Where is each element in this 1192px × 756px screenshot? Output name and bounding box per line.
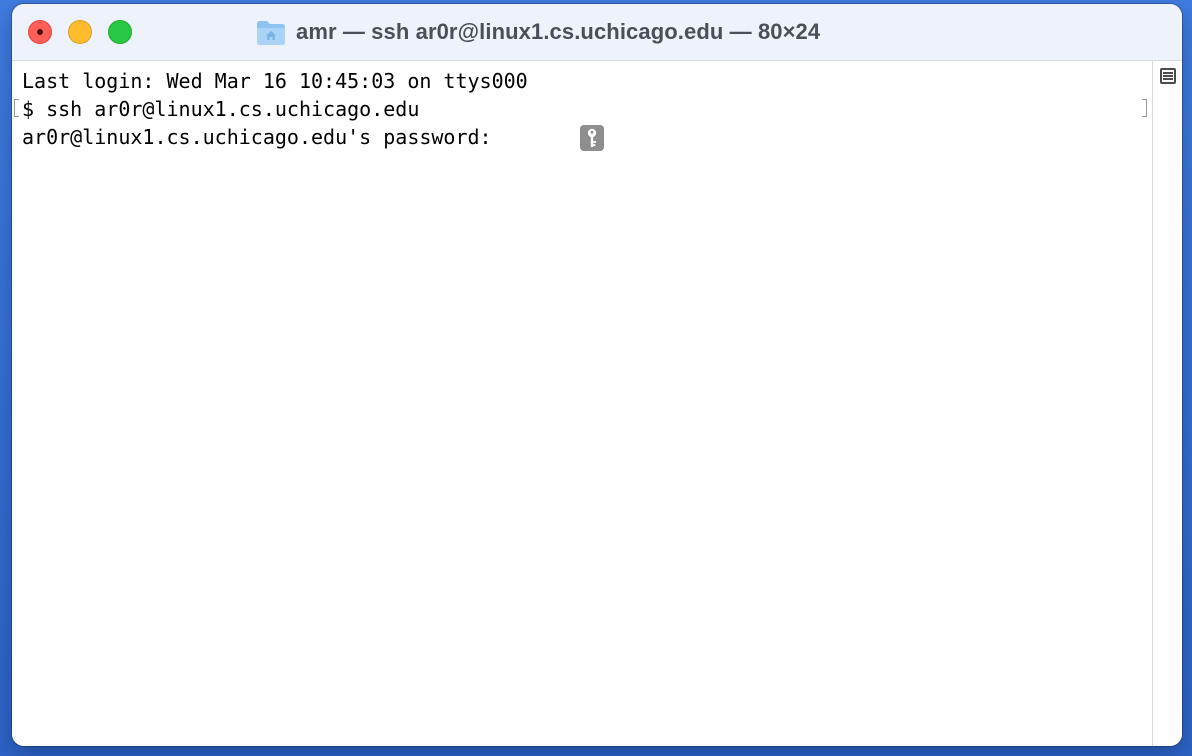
split-icon-bottom	[1163, 78, 1173, 80]
scrollbar-gutter[interactable]	[1152, 61, 1182, 746]
line-mark-left	[14, 99, 19, 117]
window-title-group: amr — ssh ar0r@linux1.cs.uchicago.edu — …	[256, 16, 820, 48]
key-icon	[580, 125, 604, 151]
terminal-line-password-prompt: ar0r@linux1.cs.uchicago.edu's password:	[22, 125, 504, 149]
window-title: amr — ssh ar0r@linux1.cs.uchicago.edu — …	[296, 19, 821, 44]
home-folder-icon	[257, 21, 285, 45]
split-pane-button[interactable]	[1160, 68, 1176, 84]
line-mark-right	[1142, 99, 1147, 117]
zoom-button[interactable]	[108, 20, 132, 44]
terminal-content[interactable]: Last login: Wed Mar 16 10:45:03 on ttys0…	[12, 61, 1152, 746]
close-icon	[37, 29, 43, 35]
terminal-window: amr — ssh ar0r@linux1.cs.uchicago.edu — …	[12, 4, 1182, 746]
minimize-button[interactable]	[68, 20, 92, 44]
split-icon-divider	[1163, 75, 1173, 77]
terminal-line-last-login: Last login: Wed Mar 16 10:45:03 on ttys0…	[22, 69, 528, 93]
close-button[interactable]	[28, 20, 52, 44]
title-bar[interactable]: amr — ssh ar0r@linux1.cs.uchicago.edu — …	[12, 4, 1182, 61]
split-icon	[1163, 72, 1173, 74]
terminal-line-ssh-command: $ ssh ar0r@linux1.cs.uchicago.edu	[22, 97, 420, 121]
